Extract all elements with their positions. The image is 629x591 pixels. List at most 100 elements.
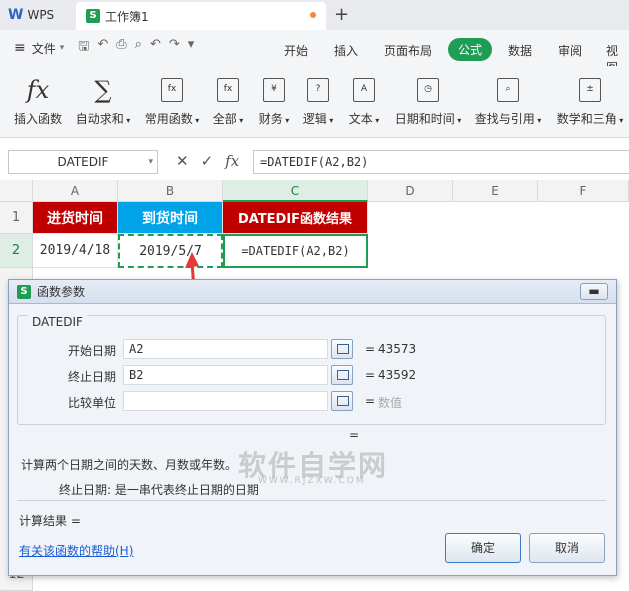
function-description: 计算两个日期之间的天数、月数或年数。	[21, 458, 238, 472]
date-time-button[interactable]: ◷ 日期和时间 ▾	[392, 76, 464, 127]
tab-insert[interactable]: 插入	[334, 42, 358, 59]
unit-input[interactable]	[123, 391, 328, 411]
menu-bar: ≡ 文件 ▾ 🖫 ↶ ⎙ ⌕ ↶ ↷ ▾	[0, 30, 629, 66]
function-help-link[interactable]: 有关该函数的帮助(H)	[19, 542, 133, 559]
ok-button[interactable]: 确定	[445, 533, 521, 563]
column-header-a[interactable]: A	[33, 180, 118, 202]
cancel-button[interactable]: 取消	[529, 533, 605, 563]
financial-button[interactable]: ¥ 财务 ▾	[256, 76, 292, 127]
text-functions-label: 文本	[348, 112, 373, 126]
lookup-reference-button[interactable]: ⌕ 查找与引用 ▾	[472, 76, 544, 127]
formula-bar-buttons: ✕ ✓ fx	[176, 152, 239, 170]
title-bar: W WPS S 工作簿1 +	[0, 0, 629, 30]
confirm-icon[interactable]: ✓	[201, 152, 214, 170]
unit-result: 数值	[378, 396, 403, 410]
column-header-f[interactable]: F	[538, 180, 629, 202]
fx-box-icon: fx	[161, 78, 183, 102]
document-tab[interactable]: S 工作簿1	[76, 2, 326, 30]
cell-b2[interactable]: 2019/5/7	[118, 234, 223, 268]
question-icon: ?	[307, 78, 329, 102]
function-arguments-dialog: S 函数参数 ▬ DATEDIF 开始日期 A2 = 43573 终止日期 B2…	[8, 279, 617, 576]
common-functions-label: 常用函数	[144, 112, 193, 126]
dialog-separator	[17, 500, 606, 501]
argument-help: 终止日期: 是一串代表终止日期的日期	[59, 483, 259, 497]
fx-icon[interactable]: fx	[225, 152, 239, 170]
end-date-label: 终止日期	[68, 370, 117, 384]
column-header-b[interactable]: B	[118, 180, 223, 202]
close-button[interactable]: ▬	[580, 283, 608, 300]
all-functions-button[interactable]: fx 全部 ▾	[210, 76, 246, 127]
calc-result: 计算结果 =	[19, 514, 81, 528]
dialog-title: 函数参数	[37, 285, 86, 299]
tab-formulas[interactable]: 公式	[448, 38, 493, 61]
start-date-input[interactable]: A2	[123, 339, 328, 359]
print-icon[interactable]: ⎙	[116, 37, 126, 59]
function-result-eq: =	[349, 428, 360, 442]
unsaved-dot-icon	[310, 12, 316, 18]
end-date-input[interactable]: B2	[123, 365, 328, 385]
unit-label: 比较单位	[68, 396, 117, 410]
tab-review[interactable]: 审阅	[558, 42, 582, 59]
undo-history-icon[interactable]: ↶	[97, 37, 108, 59]
name-box[interactable]: DATEDIF ▾	[8, 150, 158, 174]
save-icon[interactable]: 🖫	[78, 37, 89, 59]
cell-c1[interactable]: DATEDIF函数结果	[223, 202, 368, 234]
sigma-icon: ∑	[94, 76, 112, 104]
text-functions-button[interactable]: A 文本 ▾	[344, 76, 384, 127]
autosum-button[interactable]: ∑ 自动求和 ▾	[74, 76, 132, 127]
function-name-label: DATEDIF	[28, 315, 87, 329]
column-header-e[interactable]: E	[453, 180, 538, 202]
new-tab-button[interactable]: +	[334, 4, 349, 25]
undo-icon[interactable]: ↶	[150, 37, 161, 59]
clock-icon: ◷	[417, 78, 439, 102]
logical-button[interactable]: ? 逻辑 ▾	[300, 76, 336, 127]
wps-logo-icon: W	[8, 7, 24, 23]
fx-box-icon: fx	[217, 78, 239, 102]
unit-collapse-button[interactable]	[331, 391, 353, 411]
chevron-down-icon: ▾	[59, 43, 65, 53]
insert-function-label: 插入函数	[13, 112, 62, 126]
fx-icon: fx	[26, 76, 50, 104]
financial-label: 财务	[258, 112, 283, 126]
document-title: 工作簿1	[105, 9, 149, 24]
cancel-icon[interactable]: ✕	[176, 152, 189, 170]
row-header-1[interactable]: 1	[0, 202, 33, 234]
math-icon: ±	[579, 78, 601, 102]
date-time-label: 日期和时间	[394, 112, 455, 126]
common-functions-button[interactable]: fx 常用函数 ▾	[142, 76, 202, 127]
watermark-url: WWW.RJZXW.COM	[258, 476, 366, 486]
insert-function-button[interactable]: fx 插入函数	[12, 76, 64, 127]
end-date-collapse-button[interactable]	[331, 365, 353, 385]
select-all-corner[interactable]	[0, 180, 33, 202]
end-date-result: 43592	[378, 368, 417, 382]
start-date-collapse-button[interactable]	[331, 339, 353, 359]
app-name: WPS	[27, 8, 55, 22]
cell-c2[interactable]: =DATEDIF(A2,B2)	[223, 234, 368, 268]
chevron-down-icon: ▾	[148, 157, 153, 167]
redo-icon[interactable]: ↷	[169, 37, 180, 59]
cell-a2[interactable]: 2019/4/18	[33, 234, 118, 268]
start-date-result: 43573	[378, 342, 417, 356]
tab-data[interactable]: 数据	[508, 42, 532, 59]
row-header-2[interactable]: 2	[0, 234, 33, 268]
column-header-c[interactable]: C	[223, 180, 368, 202]
wps-home-tab[interactable]: W WPS	[0, 0, 73, 30]
yen-icon: ¥	[263, 78, 285, 102]
tab-home[interactable]: 开始	[284, 42, 308, 59]
preview-icon[interactable]: ⌕	[135, 37, 142, 59]
app-window: W WPS S 工作簿1 + ≡ 文件 ▾ 🖫 ↶ ⎙ ⌕ ↶ ↷ ▾ 开始 插…	[0, 0, 629, 591]
end-date-eq: =	[365, 368, 376, 382]
customize-icon[interactable]: ▾	[188, 37, 195, 59]
formula-input[interactable]: =DATEDIF(A2,B2)	[253, 150, 629, 174]
cell-a1[interactable]: 进货时间	[33, 202, 118, 234]
all-functions-label: 全部	[212, 112, 237, 126]
quick-access-toolbar: 🖫 ↶ ⎙ ⌕ ↶ ↷ ▾	[78, 37, 194, 59]
column-header-d[interactable]: D	[368, 180, 453, 202]
file-menu[interactable]: ≡ 文件 ▾	[14, 40, 64, 57]
cell-b1[interactable]: 到货时间	[118, 202, 223, 234]
arguments-group: DATEDIF 开始日期 A2 = 43573 终止日期 B2 = 43592 …	[17, 315, 606, 425]
math-trig-button[interactable]: ± 数学和三角 ▾	[554, 76, 626, 127]
start-date-eq: =	[365, 342, 376, 356]
text-icon: A	[353, 78, 375, 102]
tab-page-layout[interactable]: 页面布局	[384, 42, 432, 59]
